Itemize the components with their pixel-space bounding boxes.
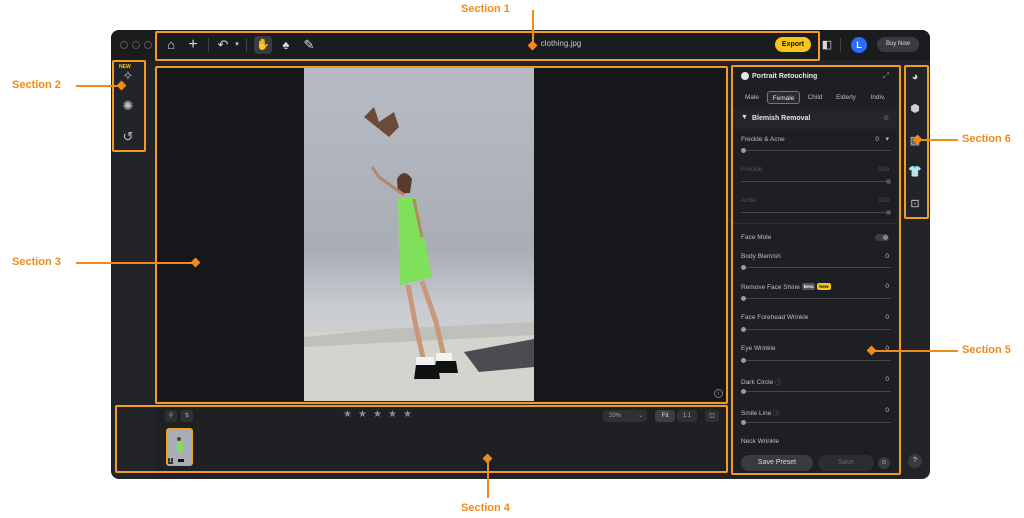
buy-now-button[interactable]: Buy Now: [877, 37, 919, 52]
section-6-label: Section 6: [962, 133, 1011, 145]
user-avatar[interactable]: L: [851, 37, 867, 53]
help-button[interactable]: ?: [908, 454, 922, 468]
section-5-label: Section 5: [962, 344, 1011, 356]
zoom-window-button[interactable]: [144, 41, 152, 49]
section-5-highlight: [731, 65, 901, 475]
section-4-leader: [487, 458, 489, 498]
section-2-leader: [76, 85, 121, 87]
annotated-screenshot: ⌂ + ↶ ▾ ✋ ♠ ✎ clothing.jpg Export ◧ L Bu…: [0, 0, 1024, 518]
section-4-highlight: [115, 405, 728, 473]
section-6-leader: [918, 139, 958, 141]
toolbar-divider: [840, 38, 841, 52]
section-3-label: Section 3: [12, 256, 61, 268]
section-4-label: Section 4: [461, 502, 510, 514]
section-2-label: Section 2: [12, 79, 61, 91]
close-window-button[interactable]: [120, 41, 128, 49]
compare-view-icon[interactable]: ◧: [819, 37, 835, 53]
section-1-highlight: [155, 31, 820, 61]
section-2-highlight: [112, 60, 146, 152]
section-1-label: Section 1: [461, 3, 510, 15]
minimize-window-button[interactable]: [132, 41, 140, 49]
section-3-highlight: [155, 66, 728, 404]
section-5-leader: [872, 350, 958, 352]
section-3-leader: [76, 262, 194, 264]
